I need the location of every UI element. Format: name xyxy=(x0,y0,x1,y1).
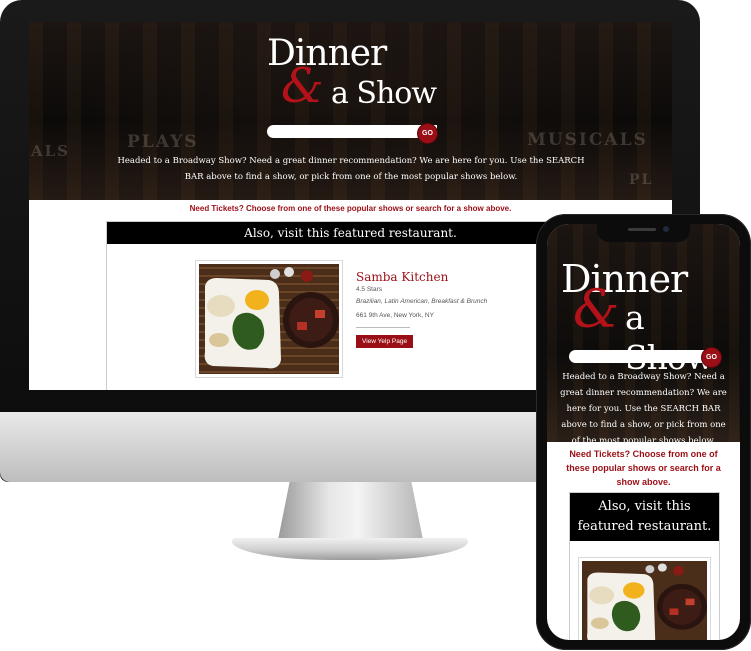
site-logo[interactable]: Dinner & a Show xyxy=(267,34,437,122)
phone-screen: Dinner & a Show GO Headed to a Broadway … xyxy=(547,224,740,640)
logo-ampersand: & xyxy=(573,280,620,340)
background-sign: ALS xyxy=(31,142,71,160)
search-input[interactable] xyxy=(267,125,437,138)
restaurant-photo[interactable] xyxy=(195,260,343,378)
phone-notch xyxy=(597,224,690,242)
hero-banner: ALS PLAYS MUSICALS PL Dinner & a Show GO… xyxy=(29,22,672,200)
divider xyxy=(356,327,410,328)
phone-mockup: Dinner & a Show GO Headed to a Broadway … xyxy=(536,214,751,650)
background-sign: PL xyxy=(629,172,654,188)
logo-ampersand: & xyxy=(281,58,324,114)
background-sign: PLAYS xyxy=(127,132,199,152)
mobile-tickets-callout: Need Tickets? Choose from one of these p… xyxy=(566,449,721,487)
restaurant-rating: 4.5 Stars xyxy=(356,286,383,293)
camera-icon xyxy=(663,226,669,232)
background-sign: MUSICALS xyxy=(527,130,648,150)
phone-speaker xyxy=(628,228,656,231)
food-plate-photo xyxy=(582,561,707,640)
restaurant-address: 661 9th Ave, New York, NY xyxy=(356,312,434,319)
monitor-stand-base xyxy=(232,538,468,560)
view-yelp-page-button[interactable]: View Yelp Page xyxy=(356,335,414,348)
tickets-callout: Need Tickets? Choose from one of these p… xyxy=(189,204,512,213)
mobile-restaurant-photo[interactable] xyxy=(578,557,711,640)
mobile-hero-banner: Dinner & a Show GO Headed to a Broadway … xyxy=(547,224,740,446)
featured-heading: Also, visit this featured restaurant. xyxy=(107,222,594,244)
search-go-button[interactable]: GO xyxy=(417,123,438,144)
mobile-search-go-button[interactable]: GO xyxy=(701,347,722,368)
monitor-stand-neck xyxy=(278,482,423,540)
intro-text: Headed to a Broadway Show? Need a great … xyxy=(117,156,585,182)
mobile-intro-text: Headed to a Broadway Show? Need a great … xyxy=(560,372,727,446)
mobile-site-logo[interactable]: Dinner & a Show xyxy=(561,258,731,377)
restaurant-categories: Brazilian, Latin American, Breakfast & B… xyxy=(356,298,488,305)
restaurant-name[interactable]: Samba Kitchen xyxy=(356,270,448,284)
featured-restaurant-card: Also, visit this featured restaurant. Sa… xyxy=(106,221,595,390)
mobile-search-input[interactable] xyxy=(569,350,717,363)
mobile-featured-restaurant-card: Also, visit this featured restaurant. xyxy=(569,492,720,640)
mobile-featured-heading: Also, visit this featured restaurant. xyxy=(570,493,719,541)
food-plate-photo xyxy=(199,264,339,374)
logo-word-show: a Show xyxy=(331,76,437,111)
